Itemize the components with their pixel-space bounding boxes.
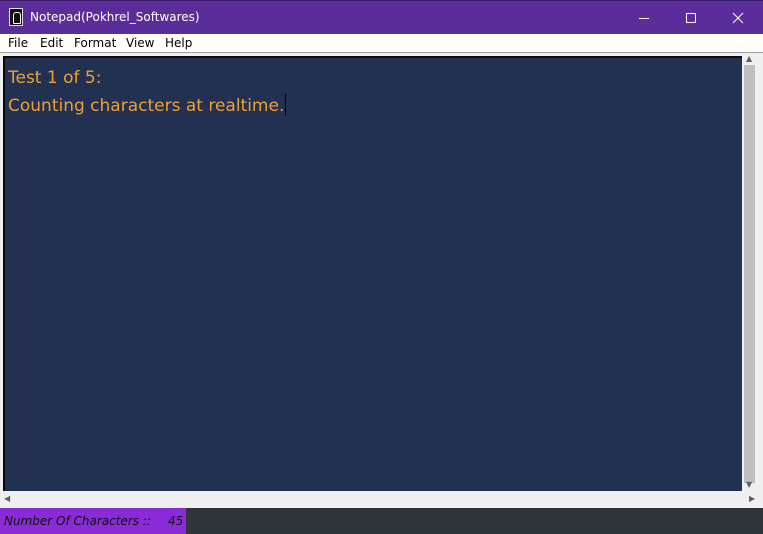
menu-format[interactable]: Format: [74, 36, 116, 50]
editor-line: Test 1 of 5:: [8, 68, 102, 88]
status-bar: Number Of Characters :: 45: [0, 508, 763, 534]
horizontal-scrollbar[interactable]: ◀ ▶: [0, 491, 763, 508]
vertical-scroll-thumb[interactable]: [744, 65, 755, 483]
scroll-down-icon[interactable]: ▼: [746, 481, 752, 489]
minimize-icon: [639, 18, 649, 19]
scroll-left-icon[interactable]: ◀: [4, 495, 10, 503]
vertical-scrollbar[interactable]: ▲ ▼: [742, 53, 760, 491]
close-button[interactable]: [715, 1, 761, 35]
text-caret: [285, 94, 287, 116]
close-icon: [732, 12, 744, 24]
menu-edit[interactable]: Edit: [40, 36, 63, 50]
menu-view[interactable]: View: [126, 36, 154, 50]
text-editor[interactable]: Test 1 of 5: Counting characters at real…: [3, 56, 742, 491]
editor-line: Counting characters at realtime.: [8, 96, 285, 116]
menu-bar: File Edit Format View Help: [0, 34, 763, 52]
character-count-panel: Number Of Characters :: 45: [0, 508, 186, 534]
maximize-icon: [686, 13, 696, 23]
menu-file[interactable]: File: [8, 36, 28, 50]
editor-frame: Test 1 of 5: Counting characters at real…: [0, 52, 763, 508]
character-count-label: Number Of Characters ::: [4, 514, 151, 528]
minimize-button[interactable]: [621, 1, 667, 35]
scroll-up-icon[interactable]: ▲: [746, 55, 752, 63]
menu-help[interactable]: Help: [165, 36, 192, 50]
app-icon: [9, 8, 23, 26]
character-count-value: 45: [168, 514, 184, 528]
title-bar: Notepad(Pokhrel_Softwares): [0, 0, 763, 34]
maximize-button[interactable]: [668, 1, 714, 35]
scroll-right-icon[interactable]: ▶: [749, 495, 755, 503]
window-title: Notepad(Pokhrel_Softwares): [30, 10, 200, 24]
editor-content[interactable]: Test 1 of 5: Counting characters at real…: [8, 64, 287, 120]
